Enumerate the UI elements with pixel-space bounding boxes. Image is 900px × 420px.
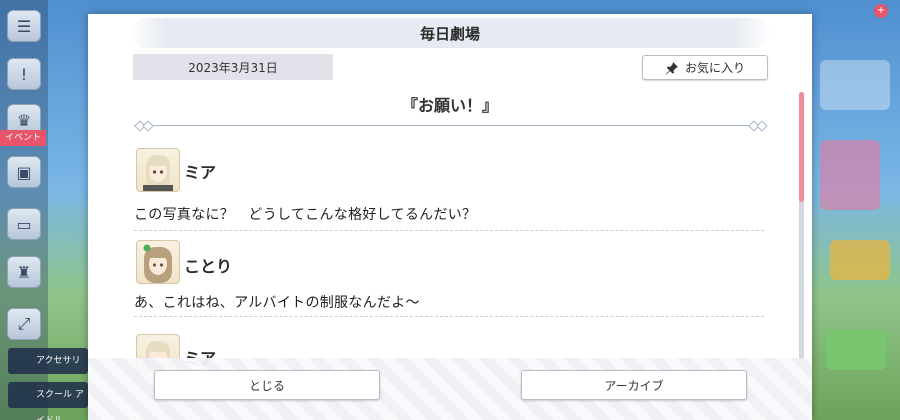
right-card-deco[interactable] xyxy=(820,140,880,210)
archive-button[interactable]: アーカイブ xyxy=(521,370,747,400)
dialogue-text: あ、これはね、アルバイトの制服なんだよ〜 xyxy=(134,295,420,311)
dialogue-text: この写真なに？ どうしてこんな格好してるんだい？ xyxy=(134,207,477,223)
right-panel-deco xyxy=(820,60,890,110)
event-tag[interactable]: イベント xyxy=(0,130,46,146)
school-idol-button[interactable]: スクール アイドル xyxy=(8,382,88,420)
favorite-button[interactable]: お気に入り xyxy=(642,55,768,80)
kotori-avatar xyxy=(136,240,180,284)
accessory-button[interactable]: アクセサリー xyxy=(8,348,88,392)
monitor-icon[interactable]: ▭ xyxy=(7,208,41,240)
divider-ornament-right-2 xyxy=(756,120,768,132)
notice-icon[interactable]: ! xyxy=(7,58,41,90)
speaker-name: ことり xyxy=(184,257,233,276)
scrollbar-thumb[interactable] xyxy=(799,92,804,202)
gift-icon[interactable]: ▣ xyxy=(7,156,41,188)
right-banner-deco[interactable] xyxy=(830,240,890,280)
close-button[interactable]: とじる xyxy=(154,370,380,400)
date-label: 2023年3月31日 xyxy=(133,54,333,80)
dialog-title: 毎日劇場 xyxy=(128,18,772,48)
speaker-name: ミア xyxy=(184,163,217,182)
trophy-icon[interactable]: ♜ xyxy=(7,256,41,288)
expand-icon[interactable]: ⤢ xyxy=(7,308,41,340)
menu-icon[interactable]: ☰ xyxy=(7,10,41,42)
entry-divider xyxy=(134,230,764,231)
title-divider xyxy=(134,125,764,126)
mia-avatar xyxy=(136,148,180,192)
divider-ornament-left-2 xyxy=(142,120,154,132)
notification-badge: + xyxy=(874,4,888,18)
entry-divider xyxy=(134,316,764,317)
right-green-deco[interactable] xyxy=(826,330,886,370)
story-title: 『お願い！』 xyxy=(401,96,498,115)
pin-icon xyxy=(665,61,678,74)
favorite-label: お気に入り xyxy=(684,61,745,75)
daily-theater-dialog: 毎日劇場 2023年3月31日 お気に入り 『お願い！』 ミア この写真なに？ … xyxy=(88,14,812,420)
dialogue-scroll-area[interactable]: ミア この写真なに？ どうしてこんな格好してるんだい？ ことり あ、これはね、ア… xyxy=(128,142,768,372)
